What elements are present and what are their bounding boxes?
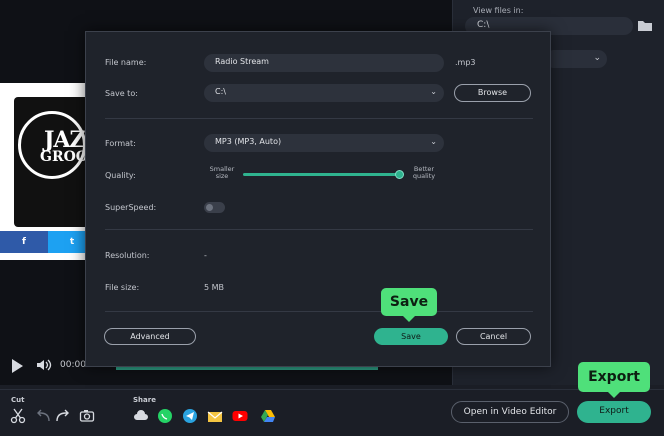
play-icon[interactable] bbox=[12, 359, 23, 373]
save-callout: Save bbox=[381, 288, 437, 322]
cloud-upload-icon[interactable] bbox=[133, 408, 149, 424]
chevron-down-icon: ⌄ bbox=[430, 137, 437, 146]
camera-icon[interactable] bbox=[79, 408, 95, 424]
panel-dropdown[interactable]: ⌄ bbox=[545, 50, 607, 68]
quality-label: Quality: bbox=[105, 171, 136, 180]
quality-smaller-label: Smaller size bbox=[209, 165, 235, 180]
folder-icon[interactable] bbox=[637, 18, 653, 32]
whatsapp-icon[interactable] bbox=[157, 408, 173, 424]
facebook-icon: f bbox=[0, 231, 48, 253]
export-dialog: File name: Radio Stream .mp3 Save to: C:… bbox=[85, 31, 551, 367]
chevron-down-icon: ⌄ bbox=[593, 53, 601, 63]
format-label: Format: bbox=[105, 139, 136, 148]
browse-button[interactable]: Browse bbox=[454, 84, 531, 102]
superspeed-toggle[interactable] bbox=[204, 202, 225, 213]
jazz-groove-logo: JAZ GROO bbox=[14, 97, 90, 227]
export-callout: Export bbox=[578, 362, 650, 398]
bottom-toolbar: Cut Share Open in Video Editor Export bbox=[0, 389, 664, 436]
file-name-input[interactable]: Radio Stream bbox=[204, 54, 444, 72]
file-size-label: File size: bbox=[105, 283, 140, 292]
quality-slider-handle[interactable] bbox=[395, 170, 404, 179]
divider bbox=[105, 229, 533, 230]
cancel-button[interactable]: Cancel bbox=[456, 328, 531, 345]
timeline-progress[interactable] bbox=[116, 367, 378, 370]
preview-thumbnail: JAZ GROO f t bbox=[0, 83, 96, 260]
google-drive-icon[interactable] bbox=[260, 408, 276, 424]
divider bbox=[105, 311, 533, 312]
divider bbox=[105, 118, 533, 119]
email-icon[interactable] bbox=[207, 408, 223, 424]
advanced-button[interactable]: Advanced bbox=[104, 328, 196, 345]
chevron-down-icon: ⌄ bbox=[430, 87, 437, 96]
resolution-label: Resolution: bbox=[105, 251, 150, 260]
superspeed-label: SuperSpeed: bbox=[105, 203, 157, 212]
volume-icon[interactable] bbox=[36, 358, 52, 372]
save-to-select[interactable]: C:\ ⌄ bbox=[204, 84, 444, 102]
format-select[interactable]: MP3 (MP3, Auto) ⌄ bbox=[204, 134, 444, 152]
scissors-icon[interactable] bbox=[10, 408, 26, 424]
save-button[interactable]: Save bbox=[374, 328, 448, 345]
quality-slider-track[interactable] bbox=[243, 173, 401, 176]
save-to-label: Save to: bbox=[105, 89, 138, 98]
export-button[interactable]: Export bbox=[577, 401, 651, 423]
cut-label: Cut bbox=[11, 396, 25, 404]
view-files-label: View files in: bbox=[473, 6, 524, 15]
quality-better-label: Better quality bbox=[412, 165, 436, 180]
telegram-icon[interactable] bbox=[182, 408, 198, 424]
file-size-value: 5 MB bbox=[204, 283, 225, 292]
resolution-value: - bbox=[204, 251, 207, 260]
file-name-label: File name: bbox=[105, 58, 147, 67]
youtube-icon[interactable] bbox=[232, 408, 248, 424]
file-extension: .mp3 bbox=[455, 58, 476, 67]
redo-icon[interactable] bbox=[55, 408, 71, 424]
open-in-video-editor-button[interactable]: Open in Video Editor bbox=[451, 401, 569, 423]
undo-icon[interactable] bbox=[35, 408, 51, 424]
share-label: Share bbox=[133, 396, 156, 404]
